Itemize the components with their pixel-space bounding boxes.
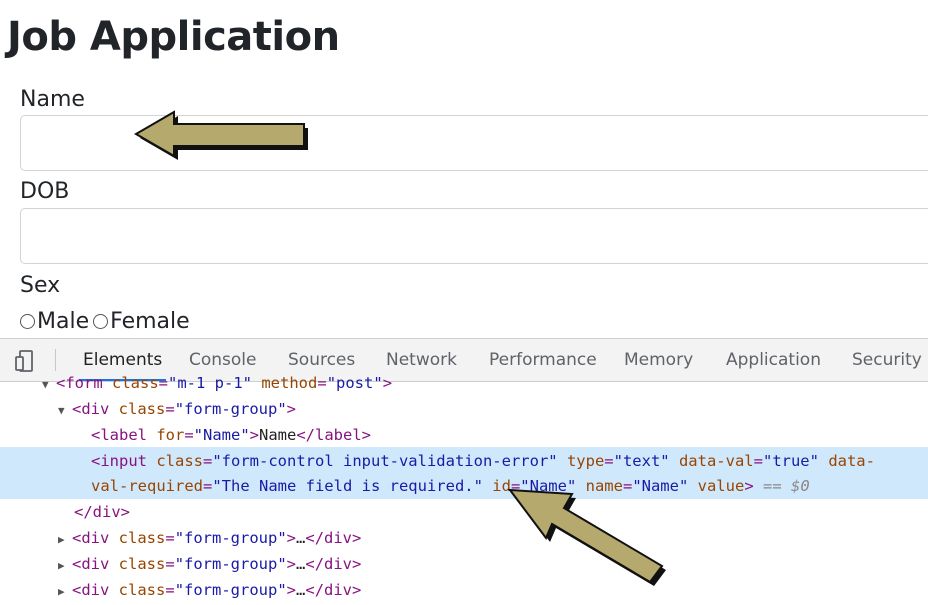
arrow-icon xyxy=(507,488,666,586)
name-label: Name xyxy=(20,87,85,112)
radio-male-label: Male xyxy=(37,308,90,334)
tree-node-div-collapsed-3[interactable]: ▶ <div class="form-group">…</div> xyxy=(58,577,928,603)
radio-female[interactable] xyxy=(93,314,109,329)
collapse-triangle-icon[interactable]: ▶ xyxy=(58,579,72,605)
tree-node-form[interactable]: ▼ <form class="m-1 p-1" method="post"> xyxy=(42,370,928,396)
sex-option-male[interactable]: Male xyxy=(20,309,89,334)
tree-node-div-collapsed-2[interactable]: ▶ <div class="form-group">…</div> xyxy=(58,551,928,577)
tree-node-div-collapsed-1[interactable]: ▶ <div class="form-group">…</div> xyxy=(58,525,928,551)
collapse-triangle-icon[interactable]: ▶ xyxy=(58,553,72,579)
sex-radio-group: Male Female xyxy=(20,307,194,335)
tree-node-input-selected[interactable]: <input class="form-control input-validat… xyxy=(91,448,928,474)
devtools-panel: Elements Console Sources Network Perform… xyxy=(0,338,928,605)
expand-triangle-icon[interactable]: ▼ xyxy=(58,398,72,424)
elements-tree: ▼ <form class="m-1 p-1" method="post"> ▼ <… xyxy=(0,374,928,605)
tree-node-label[interactable]: <label for="Name">Name</label> xyxy=(91,422,928,448)
page-title: Job Application xyxy=(7,14,340,60)
dob-label: DOB xyxy=(20,179,70,204)
sex-option-female[interactable]: Female xyxy=(93,309,190,334)
radio-male[interactable] xyxy=(20,314,35,329)
tree-node-div-form-group[interactable]: ▼ <div class="form-group"> xyxy=(58,396,928,422)
dob-input[interactable] xyxy=(20,208,928,264)
collapse-triangle-icon[interactable]: ▶ xyxy=(58,527,72,553)
sex-label: Sex xyxy=(20,273,61,298)
radio-female-label: Female xyxy=(110,308,190,334)
arrow-icon xyxy=(134,110,308,160)
expand-triangle-icon[interactable]: ▼ xyxy=(42,372,56,398)
device-toolbar-icon[interactable] xyxy=(14,349,38,373)
tab-separator xyxy=(55,349,56,371)
selected-node-marker: == $0 xyxy=(753,477,810,495)
